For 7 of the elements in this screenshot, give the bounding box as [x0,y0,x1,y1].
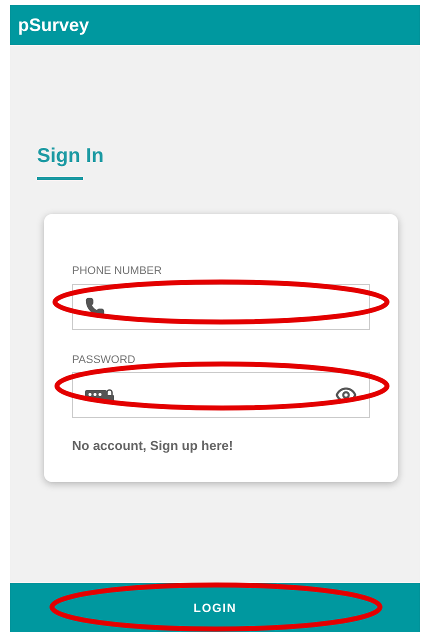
phone-icon [85,296,105,316]
app-title: pSurvey [18,14,90,37]
heading-underline [37,177,83,180]
sign-up-link[interactable]: No account, Sign up here! [72,436,370,456]
sign-in-heading: Sign In [37,145,104,167]
field-label: PHONE NUMBER [72,264,163,279]
field-label: PASSWORD [72,352,136,368]
